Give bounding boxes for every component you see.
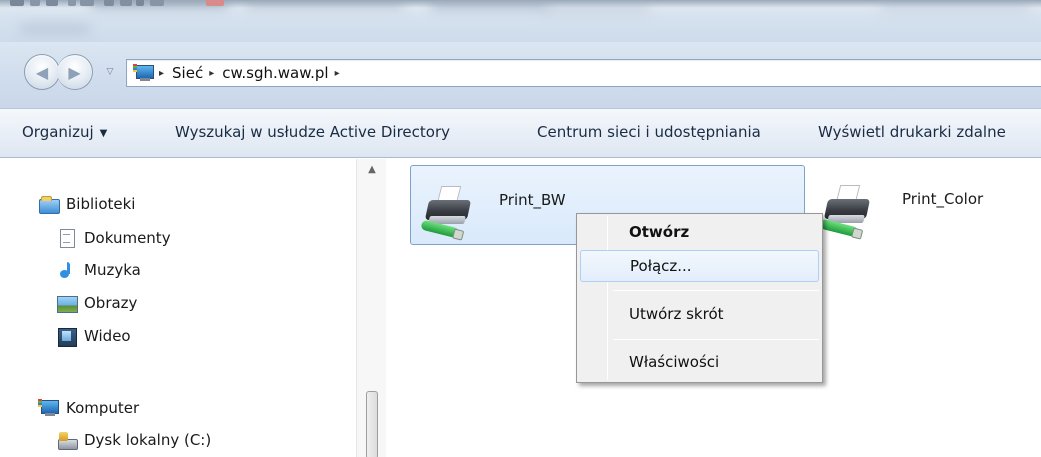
recent-pages-dropdown[interactable]: ▽ xyxy=(104,66,116,78)
cropped-glyph xyxy=(80,0,94,6)
windows-flag-icon xyxy=(38,399,42,407)
arrow-up-icon: ▲ xyxy=(368,164,376,175)
menu-item-create-shortcut[interactable]: Utwórz skrót xyxy=(580,298,819,330)
navigation-pane: Biblioteki Dokumenty Muzyka Obrazy Wideo… xyxy=(0,159,386,457)
network-sharing-center-label: Centrum sieci i udostępniania xyxy=(537,123,761,141)
windows-flag-icon xyxy=(133,64,137,72)
back-arrow-icon: ◀ xyxy=(35,62,49,82)
tree-item-libraries[interactable]: Biblioteki xyxy=(38,191,135,217)
organize-menu-button[interactable]: Organizuj ▼ xyxy=(22,123,107,141)
menu-separator xyxy=(613,339,819,340)
forward-button[interactable]: ▶ xyxy=(57,54,93,90)
music-note-icon xyxy=(56,261,76,279)
tree-item-label: Dysk lokalny (C:) xyxy=(84,431,212,449)
cropped-top-edge xyxy=(0,0,1041,8)
scrollbar-thumb[interactable] xyxy=(366,391,378,457)
network-sharing-center-button[interactable]: Centrum sieci i udostępniania xyxy=(537,123,761,141)
tree-item-label: Biblioteki xyxy=(66,195,136,213)
context-menu: Otwórz Połącz... Utwórz skrót Właściwośc… xyxy=(576,213,823,383)
document-icon xyxy=(56,229,76,248)
address-bar[interactable]: ▸ Sieć ▸ cw.sgh.waw.pl ▸ xyxy=(126,59,1041,87)
command-bar: Organizuj ▼ Wyszukaj w usłudze Active Dir… xyxy=(0,108,1041,158)
tree-item-documents[interactable]: Dokumenty xyxy=(56,225,171,251)
navigation-pane-scrollbar[interactable]: ▲ xyxy=(356,159,386,457)
breadcrumb-separator-icon[interactable]: ▸ xyxy=(159,68,164,79)
menu-separator xyxy=(613,290,819,291)
blurred-background xyxy=(20,26,90,32)
computer-icon xyxy=(38,399,59,417)
tree-item-label: Komputer xyxy=(66,399,140,417)
menu-item-open[interactable]: Otwórz xyxy=(580,216,819,248)
printer-item-print-color[interactable]: Print_Color xyxy=(818,165,1041,245)
breadcrumb-network[interactable]: Sieć xyxy=(172,64,203,82)
printer-name: Print_BW xyxy=(499,191,566,209)
tree-item-pictures[interactable]: Obrazy xyxy=(56,290,137,316)
breadcrumb-domain[interactable]: cw.sgh.waw.pl xyxy=(222,64,328,82)
picture-icon xyxy=(56,294,78,313)
cropped-glyph xyxy=(46,0,58,6)
tree-item-label: Muzyka xyxy=(84,261,141,279)
local-disk-icon xyxy=(56,431,78,450)
cropped-glyph xyxy=(206,0,224,6)
chevron-down-icon: ▼ xyxy=(99,128,108,139)
search-active-directory-label: Wyszukaj w usłudze Active Directory xyxy=(175,123,451,141)
tree-item-label: Dokumenty xyxy=(84,229,171,247)
view-remote-printers-button[interactable]: Wyświetl drukarki zdalne xyxy=(818,123,1006,141)
libraries-icon xyxy=(38,195,60,214)
forward-arrow-icon: ▶ xyxy=(68,62,81,82)
cropped-glyph xyxy=(68,0,76,6)
tree-item-videos[interactable]: Wideo xyxy=(56,323,131,349)
chevron-down-icon: ▽ xyxy=(106,67,114,77)
breadcrumb-separator-icon[interactable]: ▸ xyxy=(335,68,340,79)
tree-item-computer[interactable]: Komputer xyxy=(38,395,139,421)
cropped-glyph xyxy=(10,0,24,6)
cropped-glyph xyxy=(104,0,114,6)
video-icon xyxy=(56,327,77,347)
menu-item-properties[interactable]: Właściwości xyxy=(580,346,819,378)
scroll-up-button[interactable]: ▲ xyxy=(363,163,381,177)
network-printer-icon xyxy=(420,180,479,239)
cropped-glyph xyxy=(136,0,144,6)
breadcrumb-separator-icon[interactable]: ▸ xyxy=(209,68,214,79)
cropped-glyph xyxy=(120,0,132,6)
search-active-directory-button[interactable]: Wyszukaj w usłudze Active Directory xyxy=(175,123,450,141)
menu-item-connect[interactable]: Połącz... xyxy=(580,250,819,282)
tree-item-label: Obrazy xyxy=(84,294,138,312)
cropped-glyph xyxy=(30,0,40,6)
back-button[interactable]: ◀ xyxy=(24,54,60,90)
view-remote-printers-label: Wyświetl drukarki zdalne xyxy=(818,123,1006,141)
tree-item-local-disk[interactable]: Dysk lokalny (C:) xyxy=(56,427,211,453)
tree-item-music[interactable]: Muzyka xyxy=(56,257,141,283)
printer-name: Print_Color xyxy=(902,190,984,208)
tree-item-label: Wideo xyxy=(84,327,131,345)
organize-label: Organizuj xyxy=(22,123,94,141)
cropped-glyph xyxy=(150,0,164,6)
network-computer-icon xyxy=(133,64,154,82)
navigation-bar: ◀ ▶ ▽ ▸ Sieć ▸ cw.sgh.waw.pl ▸ xyxy=(0,42,1041,108)
network-printer-icon xyxy=(819,179,878,238)
